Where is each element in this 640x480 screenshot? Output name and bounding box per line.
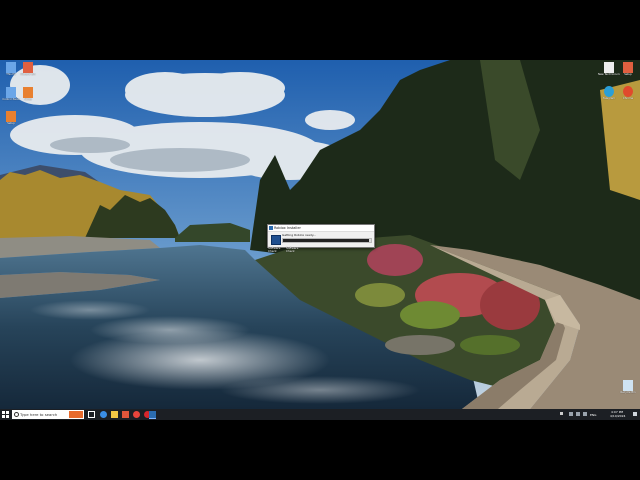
dialog-title: Roblox Installer <box>274 226 301 230</box>
desktop-icon-label: Recycle Bin <box>20 73 36 76</box>
desktop-icon-label: Setup <box>24 98 32 101</box>
network-icon[interactable] <box>569 412 573 416</box>
taskbar: Type here to search ENG 4:07 PM 4/10/202… <box>0 409 640 420</box>
desktop-icon-recycle-bin[interactable]: Recycle Bin <box>17 62 39 76</box>
control-panel-icon <box>6 87 16 98</box>
edge-icon[interactable] <box>100 411 107 418</box>
installer-logo-icon <box>271 235 281 245</box>
volume-icon[interactable] <box>576 412 580 416</box>
this-pc-icon <box>6 62 16 73</box>
search-placeholder: Type here to search <box>20 412 58 417</box>
text-document-icon <box>604 62 614 73</box>
desktop-icon-setup[interactable]: Setup <box>617 62 639 76</box>
chrome-icon[interactable] <box>133 411 140 418</box>
clock-date[interactable]: 4/10/2024 <box>610 414 625 418</box>
store-icon[interactable] <box>122 411 129 418</box>
drag-label: Software Check <box>268 246 281 253</box>
taskbar-search-box[interactable]: Type here to search <box>12 410 84 419</box>
windows-logo-icon <box>6 411 9 414</box>
notification-icon[interactable] <box>633 412 637 416</box>
setup-icon <box>23 87 33 98</box>
desktop-icon-label: Setup <box>7 122 15 125</box>
desktop-icon-chrome[interactable]: Chrome <box>617 86 639 100</box>
file-explorer-icon[interactable] <box>111 411 118 418</box>
desktop-icon-label: Chrome <box>622 97 634 100</box>
task-view-icon[interactable] <box>88 411 95 418</box>
windows-logo-icon <box>2 411 5 414</box>
setup-icon <box>623 62 633 73</box>
search-icon <box>14 412 19 417</box>
desktop-icon-setup[interactable]: Setup <box>17 87 39 101</box>
windows-logo-icon <box>2 415 5 418</box>
tray-chevron-icon[interactable] <box>560 412 563 415</box>
start-button[interactable] <box>2 411 9 418</box>
language-indicator[interactable]: ENG <box>590 413 596 417</box>
recycle-bin-icon <box>23 62 33 73</box>
search-highlight-image <box>69 411 83 418</box>
desktop-icon-label: Setup <box>624 73 632 76</box>
dialog-body: Getting Roblox ready... <box>268 232 374 247</box>
desktop-icon-recycle-bin[interactable]: Recycle Bin <box>617 380 639 394</box>
desktop-icon-setup[interactable]: Setup <box>0 111 22 125</box>
desktop-screen: This PC Recycle Bin Control Panel Setup … <box>0 60 640 420</box>
battery-icon[interactable] <box>583 412 587 416</box>
windows-logo-icon <box>6 415 9 418</box>
install-progress-bar <box>282 238 372 243</box>
roblox-installer-taskbar-icon[interactable] <box>149 411 156 419</box>
installer-dialog[interactable]: Roblox Installer Getting Roblox ready... <box>267 224 375 248</box>
desktop-icon-label: Recycle Bin <box>620 391 636 394</box>
install-progress-fill <box>283 239 370 242</box>
drag-label: Software Check <box>286 246 299 253</box>
telegram-icon <box>604 86 614 97</box>
chrome-icon <box>623 86 633 97</box>
roblox-app-icon <box>269 226 273 230</box>
setup-icon <box>6 111 16 122</box>
recycle-bin-icon <box>623 380 633 391</box>
dialog-titlebar[interactable]: Roblox Installer <box>268 225 374 232</box>
dialog-message: Getting Roblox ready... <box>282 233 317 237</box>
